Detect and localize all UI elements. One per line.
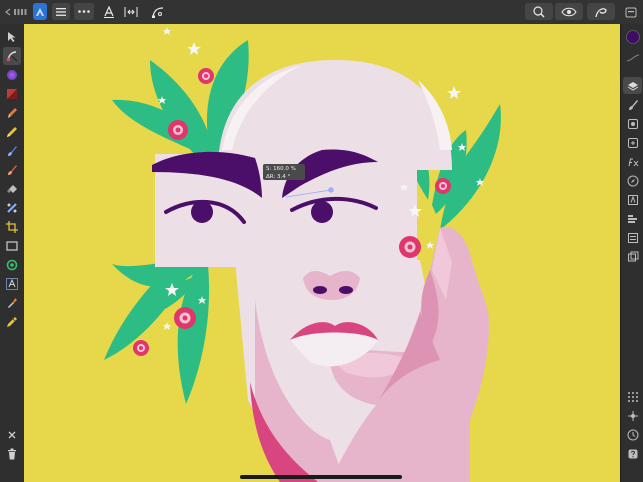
delta-r-readout: ΔR: 3.4 ° (266, 174, 291, 180)
eyedropper-icon[interactable] (3, 294, 21, 312)
align-icon[interactable] (623, 210, 642, 227)
more-icon[interactable] (74, 3, 94, 20)
adjustment-readout: S: 160.0 % ΔR: 3.4 ° (263, 164, 305, 180)
export-icon[interactable] (623, 3, 639, 20)
stroke-icon[interactable] (623, 49, 642, 66)
saturation-readout: S: 160.0 % (266, 166, 296, 172)
stock-icon[interactable] (623, 248, 642, 265)
text-icon[interactable] (3, 275, 21, 293)
top-toolbar (0, 0, 643, 25)
help-icon[interactable] (623, 445, 642, 462)
tools-panel (0, 24, 25, 482)
persona-icon[interactable] (33, 3, 47, 20)
fx-icon[interactable] (623, 153, 642, 170)
ellipse-icon[interactable] (3, 256, 21, 274)
crop-icon[interactable] (3, 218, 21, 236)
studio-panel (620, 24, 643, 482)
navigator-icon[interactable] (623, 172, 642, 189)
menu-icon[interactable] (52, 3, 70, 20)
color-picker-icon[interactable] (3, 66, 21, 84)
artwork (24, 24, 620, 482)
character-icon[interactable] (623, 229, 642, 246)
history-icon[interactable] (623, 426, 642, 443)
assist-icon[interactable] (587, 3, 615, 20)
trash-icon[interactable] (3, 445, 21, 463)
home-indicator[interactable] (240, 475, 402, 479)
layers-icon[interactable] (623, 77, 642, 94)
document-canvas[interactable] (24, 24, 620, 482)
view-mode-icon[interactable] (555, 3, 583, 20)
close-icon[interactable] (3, 426, 21, 444)
erase-icon[interactable] (3, 180, 21, 198)
snapping-grid-icon[interactable] (623, 388, 642, 405)
pencil-icon[interactable] (3, 123, 21, 141)
appearance-icon[interactable] (623, 115, 642, 132)
text-style-icon[interactable] (101, 3, 117, 20)
vector-brush-icon[interactable] (3, 142, 21, 160)
adjust-handle[interactable] (328, 187, 334, 193)
curve-icon[interactable] (148, 3, 168, 20)
brushes-icon[interactable] (623, 96, 642, 113)
paint-brush-icon[interactable] (3, 161, 21, 179)
shape-builder-icon[interactable] (3, 199, 21, 217)
transform-handles-icon[interactable] (623, 407, 642, 424)
transform-icon[interactable] (623, 134, 642, 151)
pen-icon[interactable] (3, 104, 21, 122)
node-icon[interactable] (3, 47, 21, 65)
fill-icon[interactable] (3, 85, 21, 103)
color-swatch[interactable] (623, 28, 642, 45)
back-icon[interactable] (4, 3, 28, 20)
text-styles-icon[interactable] (623, 191, 642, 208)
move-icon[interactable] (3, 28, 21, 46)
rectangle-icon[interactable] (3, 237, 21, 255)
constraints-icon[interactable] (122, 3, 140, 20)
transparency-icon[interactable] (3, 313, 21, 331)
snapping-icon[interactable] (525, 3, 553, 20)
